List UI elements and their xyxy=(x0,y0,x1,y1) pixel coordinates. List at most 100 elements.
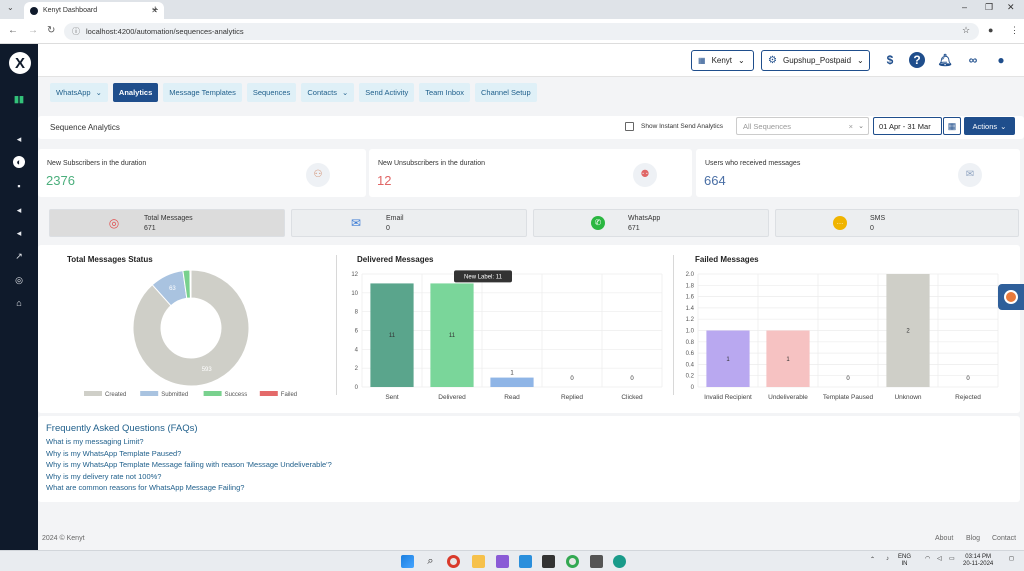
bell-icon[interactable]: 🔔︎ xyxy=(937,52,953,68)
share-icon[interactable]: ↗ xyxy=(13,250,25,262)
legend-swatch xyxy=(259,391,278,396)
tab-title: Kenyt Dashboard xyxy=(43,7,98,14)
chevron-up-icon[interactable]: ⌃ xyxy=(870,557,875,564)
main-nav-tabs: WhatsApp ⌄ Analytics Message Templates S… xyxy=(50,83,537,102)
y-tick-label: 0 xyxy=(355,385,359,391)
tab-contacts[interactable]: Contacts ⌄ xyxy=(301,83,355,102)
app-icon[interactable] xyxy=(590,555,603,568)
stat-value: 664 xyxy=(704,173,726,188)
copyright-text: 2024 © Kenyt xyxy=(42,535,85,542)
chevron-down-icon: ⌄ xyxy=(857,56,864,65)
chrome-profile-icon[interactable] xyxy=(566,555,579,568)
faq-link[interactable]: Why is my WhatsApp Template Message fail… xyxy=(46,460,332,469)
message-card-sms[interactable]: … SMS 0 xyxy=(775,209,1019,237)
org-selector-label: Kenyt xyxy=(711,56,733,65)
instant-send-checkbox[interactable] xyxy=(625,122,634,131)
tab-whatsapp[interactable]: WhatsApp ⌄ xyxy=(50,83,108,102)
y-tick-label: 0.8 xyxy=(686,340,695,346)
windows-taskbar: ⌕ ⌃ ♪ ENG IN ◠ ◁ ▭ 03:14 PM 20-11-2024 ◻ xyxy=(0,550,1024,571)
clear-icon[interactable]: × xyxy=(849,122,853,131)
org-selector[interactable]: ▦ Kenyt ⌄ xyxy=(691,50,754,71)
bookmark-star-icon[interactable]: ☆ xyxy=(962,25,970,36)
chat-icon[interactable]: ▪ xyxy=(13,180,25,192)
analytics-toolbar: Sequence Analytics Show Instant Send Ana… xyxy=(38,116,1024,139)
window-close-icon[interactable]: ✕ xyxy=(1007,2,1015,13)
tab-list-icon[interactable]: ⌄ xyxy=(7,3,14,12)
wifi-icon[interactable]: ◠ xyxy=(925,556,930,563)
vscode-icon[interactable] xyxy=(519,555,532,568)
edge-icon[interactable] xyxy=(613,555,626,568)
browser-menu-icon[interactable]: ⋮ xyxy=(1010,25,1019,36)
tab-channel-setup[interactable]: Channel Setup xyxy=(475,83,537,102)
tab-analytics[interactable]: Analytics xyxy=(112,83,159,102)
profile-icon[interactable]: ● xyxy=(988,25,993,35)
analytics-bar-icon[interactable]: ▮▮ xyxy=(13,93,25,105)
message-card-whatsapp[interactable]: ✆ WhatsApp 671 xyxy=(533,209,769,237)
page-title: Sequence Analytics xyxy=(50,123,120,132)
battery-icon[interactable]: ▭ xyxy=(949,556,955,563)
support-icon[interactable]: ◎ xyxy=(13,274,25,286)
tab-message-templates[interactable]: Message Templates xyxy=(163,83,242,102)
microphone-icon[interactable]: ♪ xyxy=(886,556,889,563)
whatsapp-nav-icon[interactable]: ◐ xyxy=(13,156,25,168)
y-tick-label: 0.6 xyxy=(686,351,695,357)
message-card-email[interactable]: ✉ Email 0 xyxy=(291,209,527,237)
message-card-total[interactable]: ◎ Total Messages 671 xyxy=(49,209,285,237)
chrome-icon[interactable] xyxy=(447,555,460,568)
floating-widget-button[interactable] xyxy=(998,284,1024,310)
sequence-select[interactable]: All Sequences × ⌄ xyxy=(736,117,869,135)
faq-link[interactable]: What is my messaging Limit? xyxy=(46,437,144,446)
tab-team-inbox[interactable]: Team Inbox xyxy=(419,83,470,102)
tab-send-activity[interactable]: Send Activity xyxy=(359,83,415,102)
search-icon[interactable]: ⌕ xyxy=(424,555,437,568)
visual-studio-icon[interactable] xyxy=(496,555,509,568)
dollar-icon[interactable]: $ xyxy=(882,52,898,68)
clock[interactable]: 03:14 PM 20-11-2024 xyxy=(963,554,993,568)
help-icon[interactable]: ? xyxy=(909,52,925,68)
tab-label: Analytics xyxy=(118,88,153,97)
footer-link-blog[interactable]: Blog xyxy=(966,535,980,542)
browser-tab[interactable]: Kenyt Dashboard ✕ xyxy=(24,2,164,19)
chart-tooltip-text: New Label: 11 xyxy=(464,274,503,280)
reload-icon[interactable]: ↻ xyxy=(47,25,55,36)
actions-button[interactable]: Actions ⌄ xyxy=(964,117,1015,135)
tab-sequences[interactable]: Sequences xyxy=(246,83,297,102)
bar-data-label: 0 xyxy=(846,376,850,382)
message-card-value: 0 xyxy=(386,225,390,232)
volume-icon[interactable]: ◁ xyxy=(937,556,942,563)
faq-link[interactable]: Why is my delivery rate not 100%? xyxy=(46,472,161,481)
language-indicator[interactable]: ENG IN xyxy=(898,554,911,568)
file-explorer-icon[interactable] xyxy=(472,555,485,568)
campaign-icon[interactable]: ◂ xyxy=(13,227,25,239)
clock-time: 03:14 PM xyxy=(965,554,991,560)
back-icon[interactable]: ← xyxy=(8,25,18,36)
url-input[interactable]: ⓘ localhost:4200/automation/sequences-an… xyxy=(64,23,979,40)
tab-label: Message Templates xyxy=(169,88,236,97)
kenyt-logo[interactable]: X xyxy=(9,52,31,74)
faq-link[interactable]: Why is my WhatsApp Template Paused? xyxy=(46,449,181,458)
message-card-label: Email xyxy=(386,215,404,222)
users-icon: ⚇ xyxy=(306,163,330,187)
minimize-icon[interactable]: – xyxy=(962,2,967,12)
forward-icon[interactable]: → xyxy=(28,25,38,36)
divider xyxy=(336,255,337,395)
pie-data-label: 63 xyxy=(169,286,176,292)
y-tick-label: 8 xyxy=(355,310,359,316)
notification-icon[interactable]: ◻ xyxy=(1009,556,1014,563)
account-selector[interactable]: ⚙ Gupshup_Postpaid ⌄ xyxy=(761,50,870,71)
megaphone-icon[interactable]: ◂ xyxy=(13,133,25,145)
faq-link[interactable]: What are common reasons for WhatsApp Mes… xyxy=(46,483,244,492)
user-icon[interactable]: ● xyxy=(993,52,1009,68)
link-icon[interactable]: ∞ xyxy=(965,52,981,68)
footer-link-about[interactable]: About xyxy=(935,535,953,542)
date-range-input[interactable]: 01 Apr - 31 Mar xyxy=(873,117,942,135)
windows-start-icon[interactable] xyxy=(401,555,414,568)
home-icon[interactable]: ⌂ xyxy=(13,297,25,309)
broadcast-icon[interactable]: ◂ xyxy=(13,204,25,216)
calendar-icon[interactable]: ▦ xyxy=(943,117,961,135)
footer-link-contact[interactable]: Contact xyxy=(992,535,1016,542)
new-tab-icon[interactable]: + xyxy=(152,4,158,16)
maximize-icon[interactable]: ❐ xyxy=(985,2,993,13)
site-info-icon[interactable]: ⓘ xyxy=(72,26,80,37)
terminal-icon[interactable] xyxy=(542,555,555,568)
